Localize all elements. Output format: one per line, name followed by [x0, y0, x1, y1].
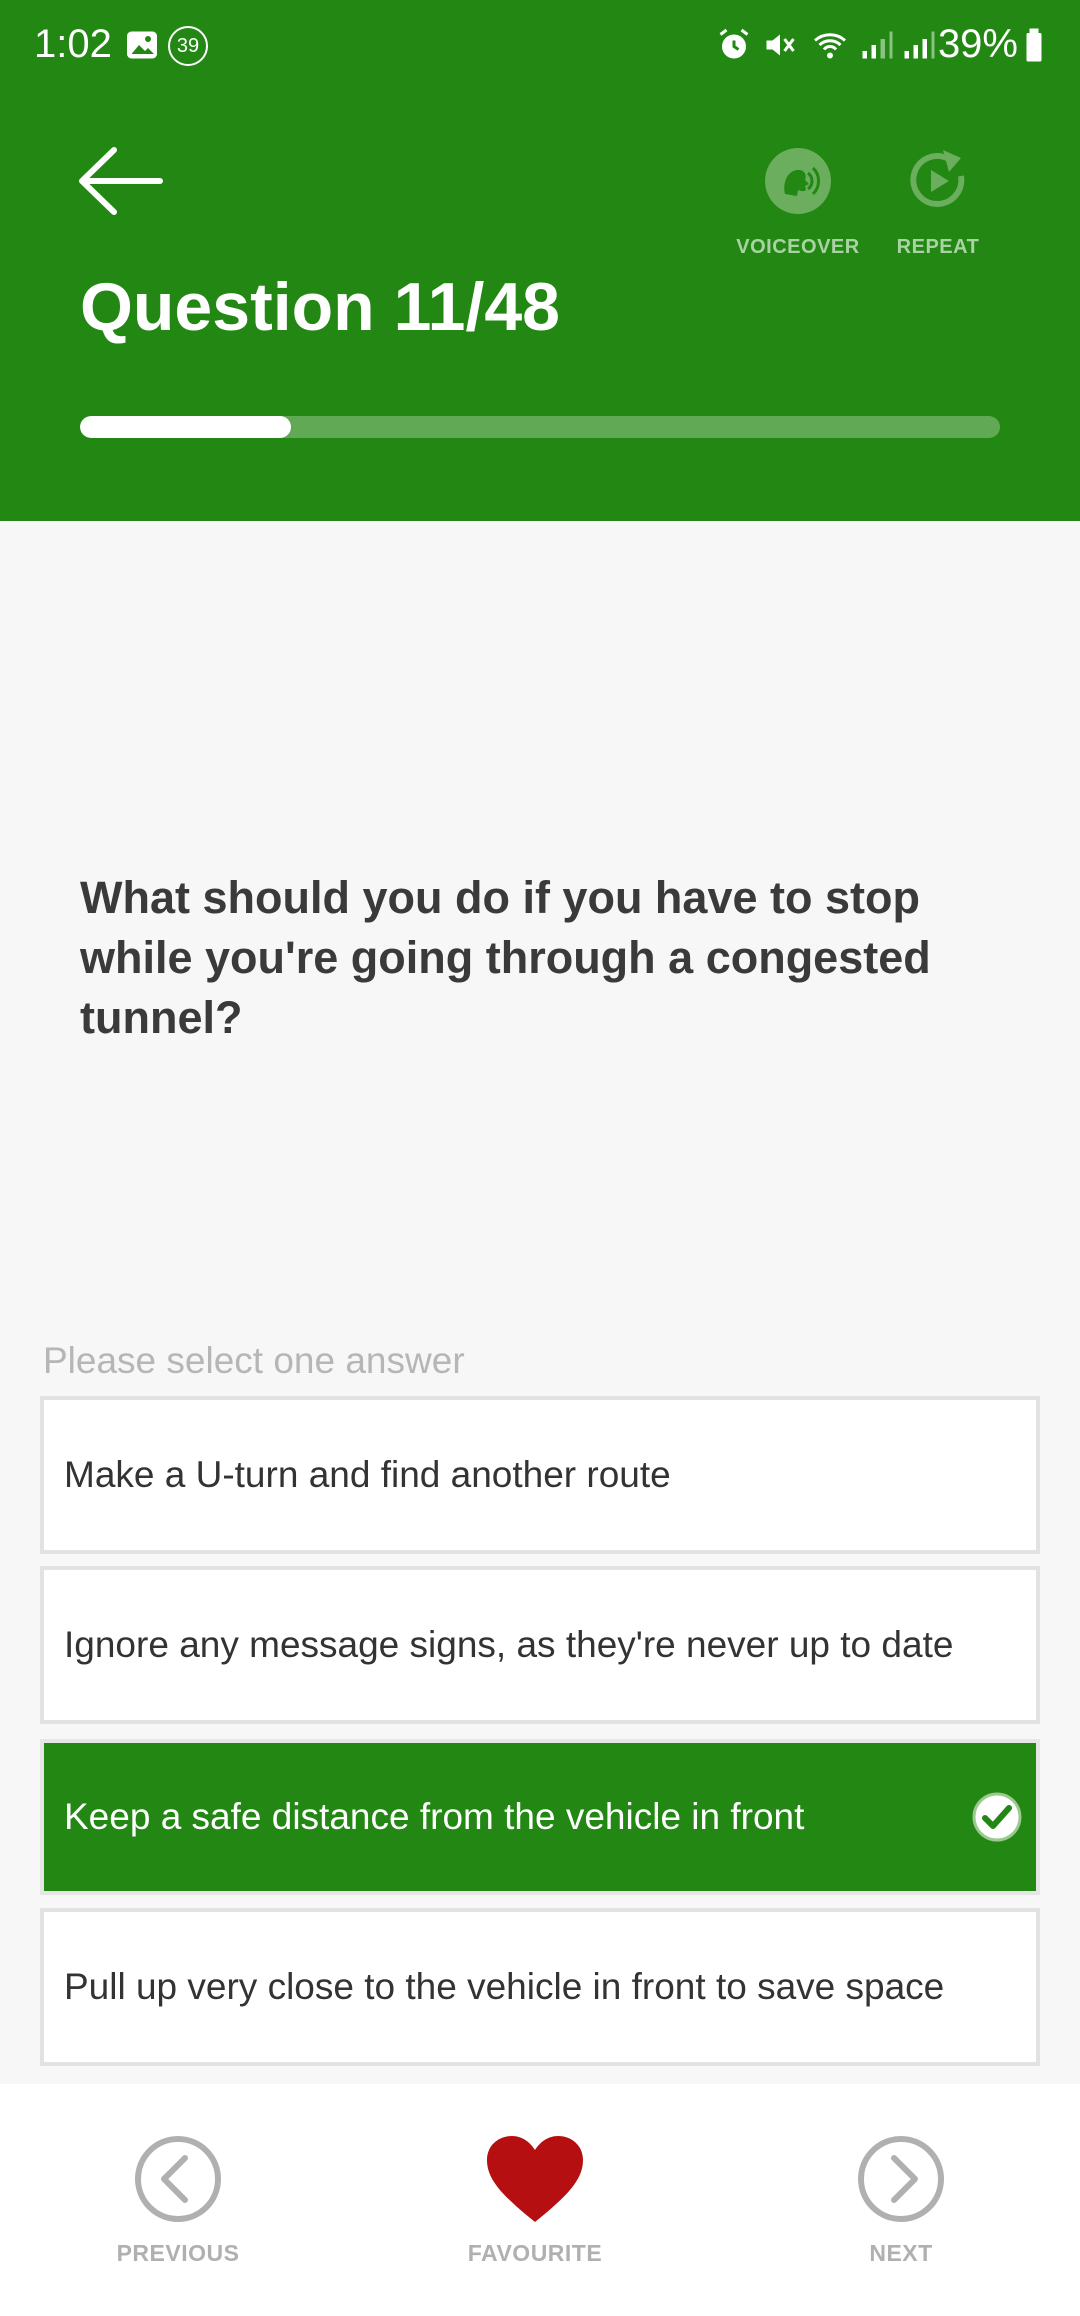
answer-option-2[interactable]: Ignore any message signs, as they're nev… — [40, 1566, 1040, 1724]
signal-icon — [904, 31, 935, 59]
progress-fill — [80, 416, 291, 438]
back-arrow-icon — [79, 147, 163, 215]
previous-button[interactable]: PREVIOUS — [78, 2134, 278, 2294]
select-hint: Please select one answer — [43, 1340, 465, 1381]
status-bar: 1:02 39 39% — [0, 0, 1080, 95]
image-icon — [127, 31, 157, 59]
header: 1:02 39 39% VOICEOVER REPEAT Question 11… — [0, 0, 1080, 521]
status-time: 1:02 — [34, 22, 112, 66]
question-text: What should you do if you have to stop w… — [80, 872, 931, 1043]
repeat-button[interactable]: REPEAT — [873, 146, 1003, 266]
favourite-button[interactable]: FAVOURITE — [435, 2134, 635, 2294]
next-label: NEXT — [869, 2240, 933, 2266]
progress-bar — [80, 416, 1000, 438]
chevron-right-icon — [858, 2136, 944, 2222]
answer-option-3[interactable]: Keep a safe distance from the vehicle in… — [40, 1739, 1040, 1895]
answer-text: Ignore any message signs, as they're nev… — [64, 1624, 954, 1665]
footer-nav: PREVIOUS FAVOURITE NEXT — [0, 2084, 1080, 2316]
voiceover-label: VOICEOVER — [736, 236, 860, 258]
heart-icon — [487, 2136, 583, 2222]
signal-icon — [862, 31, 893, 59]
answer-option-1[interactable]: Make a U-turn and find another route — [40, 1396, 1040, 1554]
voiceover-button[interactable]: VOICEOVER — [733, 146, 863, 266]
mute-icon — [766, 34, 795, 56]
repeat-label: REPEAT — [896, 236, 980, 258]
answer-text: Pull up very close to the vehicle in fro… — [64, 1966, 945, 2007]
answer-text: Make a U-turn and find another route — [64, 1454, 671, 1495]
wifi-icon — [814, 33, 846, 59]
check-icon — [972, 1792, 1022, 1842]
chevron-left-icon — [135, 2136, 221, 2222]
voiceover-icon — [765, 148, 831, 214]
next-button[interactable]: NEXT — [801, 2134, 1001, 2294]
alarm-icon — [719, 28, 749, 59]
back-button[interactable] — [76, 146, 166, 216]
repeat-icon — [910, 150, 965, 207]
battery-percent: 39% — [937, 22, 1018, 66]
battery-icon — [1026, 28, 1042, 62]
favourite-label: FAVOURITE — [467, 2240, 603, 2266]
answer-text: Keep a safe distance from the vehicle in… — [64, 1796, 805, 1837]
question-counter: Question 11/48 — [80, 269, 560, 345]
previous-label: PREVIOUS — [116, 2240, 240, 2266]
notification-badge: 39 — [168, 26, 208, 66]
answer-option-4[interactable]: Pull up very close to the vehicle in fro… — [40, 1908, 1040, 2066]
